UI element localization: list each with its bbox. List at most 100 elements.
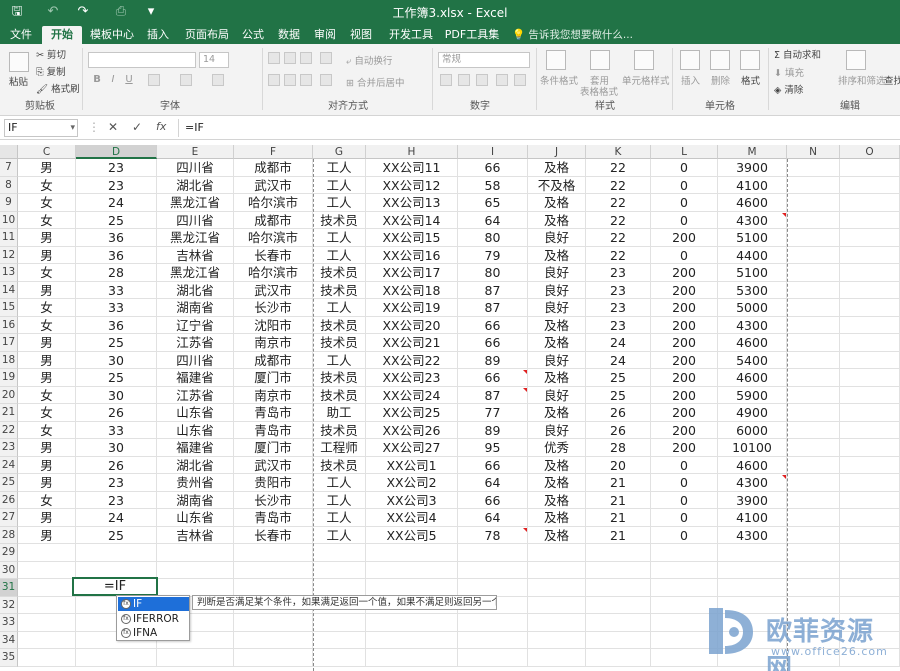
table-cell[interactable]: 青岛市 [234, 421, 313, 439]
table-cell[interactable]: 及格 [528, 491, 586, 509]
table-cell[interactable] [840, 474, 900, 492]
table-cell[interactable]: XX公司16 [366, 246, 458, 264]
table-cell[interactable]: 技术员 [313, 211, 366, 229]
table-cell[interactable]: 厦门市 [234, 439, 313, 457]
tab-insert[interactable]: 插入 [142, 26, 174, 44]
format-cells-icon[interactable] [740, 50, 760, 70]
table-cell[interactable] [586, 614, 651, 632]
table-cell[interactable]: 吉林省 [157, 246, 234, 264]
table-cell[interactable]: XX公司23 [366, 369, 458, 387]
align-left-icon[interactable] [268, 74, 280, 86]
tab-data[interactable]: 数据 [274, 26, 304, 44]
row-header[interactable]: 11 [0, 229, 18, 247]
table-cell[interactable] [787, 491, 840, 509]
table-cell[interactable] [313, 649, 366, 667]
table-cell[interactable]: XX公司18 [366, 281, 458, 299]
currency-icon[interactable] [440, 74, 452, 86]
table-cell[interactable]: 长沙市 [234, 491, 313, 509]
align-top-icon[interactable] [268, 52, 280, 64]
formula-input[interactable]: =IF [178, 119, 898, 137]
table-cell[interactable]: 黑龙江省 [157, 264, 234, 282]
table-cell[interactable] [18, 631, 76, 649]
table-cell[interactable]: 66 [458, 334, 528, 352]
table-cell[interactable]: 28 [76, 264, 157, 282]
row-header[interactable]: 19 [0, 369, 18, 387]
table-cell[interactable] [234, 614, 313, 632]
table-cell[interactable]: 22 [586, 159, 651, 177]
table-cell[interactable]: 山东省 [157, 404, 234, 422]
table-cell[interactable] [718, 579, 787, 597]
table-cell[interactable]: 南京市 [234, 386, 313, 404]
table-cell[interactable]: 22 [586, 246, 651, 264]
table-cell[interactable]: 工人 [313, 351, 366, 369]
table-cell[interactable]: 女 [18, 176, 76, 194]
table-cell[interactable]: 23 [76, 159, 157, 177]
table-cell[interactable]: XX公司2 [366, 474, 458, 492]
table-cell[interactable]: XX公司26 [366, 421, 458, 439]
row-header[interactable]: 29 [0, 544, 18, 562]
table-cell[interactable]: 200 [651, 334, 718, 352]
table-cell[interactable] [234, 631, 313, 649]
table-cell[interactable]: 工人 [313, 474, 366, 492]
table-cell[interactable] [234, 649, 313, 667]
table-cell[interactable] [787, 386, 840, 404]
table-cell[interactable] [157, 649, 234, 667]
table-cell[interactable] [366, 579, 458, 597]
table-cell[interactable]: 5400 [718, 351, 787, 369]
table-cell[interactable] [234, 561, 313, 579]
table-cell[interactable] [313, 631, 366, 649]
table-cell[interactable]: 0 [651, 211, 718, 229]
table-cell[interactable] [787, 281, 840, 299]
row-header[interactable]: 27 [0, 509, 18, 527]
tab-home[interactable]: 开始 [42, 26, 82, 44]
table-cell[interactable]: 200 [651, 264, 718, 282]
table-cell[interactable]: 黑龙江省 [157, 194, 234, 212]
table-cell[interactable] [234, 544, 313, 562]
table-cell[interactable]: 25 [76, 369, 157, 387]
table-cell[interactable]: 江苏省 [157, 334, 234, 352]
table-cell[interactable]: 200 [651, 386, 718, 404]
table-cell[interactable] [840, 334, 900, 352]
table-cell[interactable]: XX公司5 [366, 526, 458, 544]
table-cell[interactable]: 长春市 [234, 526, 313, 544]
table-cell[interactable]: 男 [18, 229, 76, 247]
table-cell[interactable]: 技术员 [313, 421, 366, 439]
table-cell[interactable]: 湖北省 [157, 281, 234, 299]
table-cell[interactable] [787, 579, 840, 597]
table-cell[interactable] [787, 334, 840, 352]
table-cell[interactable]: 工程师 [313, 439, 366, 457]
table-cell[interactable]: 技术员 [313, 281, 366, 299]
table-cell[interactable] [458, 579, 528, 597]
align-middle-icon[interactable] [284, 52, 296, 64]
row-header[interactable]: 30 [0, 561, 18, 579]
comment-indicator-icon[interactable] [782, 212, 786, 217]
table-cell[interactable]: 4600 [718, 194, 787, 212]
table-cell[interactable] [528, 631, 586, 649]
table-cell[interactable]: 吉林省 [157, 526, 234, 544]
table-cell[interactable] [840, 386, 900, 404]
table-cell[interactable]: 良好 [528, 281, 586, 299]
column-header[interactable]: E [157, 145, 234, 159]
table-cell[interactable] [157, 579, 234, 597]
table-cell[interactable]: 80 [458, 229, 528, 247]
table-cell[interactable]: 工人 [313, 509, 366, 527]
table-cell[interactable] [458, 544, 528, 562]
table-cell[interactable] [76, 649, 157, 667]
table-cell[interactable]: 4600 [718, 334, 787, 352]
table-cell[interactable]: 20 [586, 456, 651, 474]
column-header[interactable]: J [528, 145, 586, 159]
table-cell[interactable]: 36 [76, 229, 157, 247]
table-cell[interactable]: 30 [76, 439, 157, 457]
column-header[interactable]: N [787, 145, 840, 159]
table-cell[interactable] [651, 561, 718, 579]
table-cell[interactable]: 21 [586, 474, 651, 492]
indent-icon[interactable] [320, 74, 332, 86]
column-header[interactable]: C [18, 145, 76, 159]
table-cell[interactable]: 4100 [718, 176, 787, 194]
table-cell[interactable]: 0 [651, 176, 718, 194]
table-cell[interactable]: 23 [586, 281, 651, 299]
font-color-icon[interactable] [212, 74, 224, 86]
table-cell[interactable]: 良好 [528, 229, 586, 247]
table-cell[interactable]: 23 [586, 299, 651, 317]
table-cell[interactable]: 优秀 [528, 439, 586, 457]
